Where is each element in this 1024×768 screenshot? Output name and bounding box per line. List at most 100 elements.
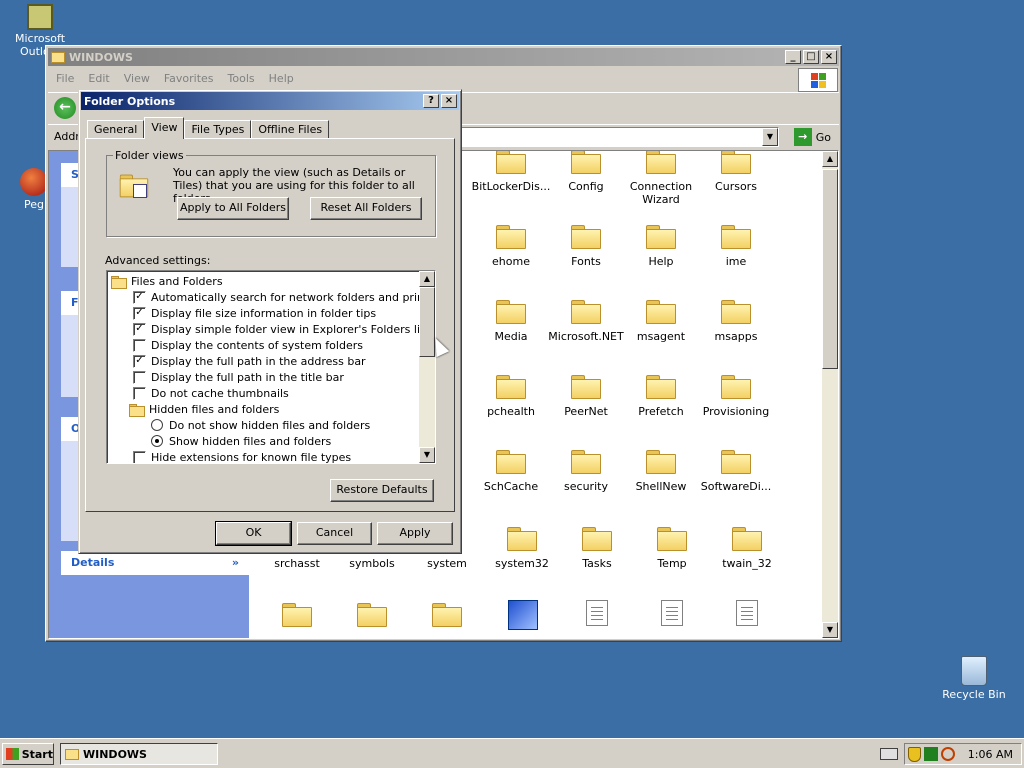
file-item[interactable] — [557, 600, 637, 626]
folder-options-dialog[interactable]: Folder Options ? × General View File Typ… — [78, 89, 462, 554]
folder-item[interactable]: Fonts — [546, 225, 626, 268]
folder-item[interactable] — [257, 603, 337, 633]
folder-item[interactable]: msapps — [696, 300, 776, 343]
folder-item[interactable]: SoftwareDi... — [696, 450, 776, 493]
tab-general[interactable]: General — [87, 120, 145, 139]
taskbar-window-button[interactable]: WINDOWS — [60, 743, 218, 765]
settings-radio-option[interactable]: Show hidden files and folders — [151, 433, 331, 449]
file-item[interactable] — [707, 600, 787, 626]
folder-item[interactable]: PeerNet — [546, 375, 626, 418]
folder-item[interactable]: ShellNew — [621, 450, 701, 493]
keyboard-icon[interactable] — [880, 748, 898, 760]
menu-file[interactable]: File — [56, 72, 74, 85]
folder-item[interactable]: Microsoft.NET — [546, 300, 626, 343]
scroll-down-button[interactable]: ▼ — [822, 622, 838, 638]
menu-tools[interactable]: Tools — [228, 72, 255, 85]
help-button[interactable]: ? — [423, 94, 439, 108]
advanced-settings-list[interactable]: Files and Folders ✓ Automatically search f… — [106, 270, 436, 464]
radio-button[interactable] — [151, 419, 163, 431]
folder-item[interactable] — [332, 603, 412, 633]
checkbox[interactable]: ✓ — [133, 290, 146, 304]
checkbox[interactable] — [133, 450, 146, 463]
vertical-scrollbar[interactable]: ▲ ▼ — [822, 151, 838, 638]
menu-help[interactable]: Help — [269, 72, 294, 85]
folder-item[interactable]: pchealth — [471, 375, 551, 418]
go-button[interactable]: → Go — [793, 128, 831, 146]
scroll-thumb[interactable] — [822, 169, 838, 369]
start-label: Start — [21, 747, 53, 761]
desktop-icon-recycle-bin[interactable]: Recycle Bin — [934, 656, 1014, 701]
checkbox[interactable]: ✓ — [133, 306, 146, 320]
radio-button[interactable] — [151, 435, 163, 447]
settings-scroll-down[interactable]: ▼ — [419, 447, 435, 463]
folder-item[interactable]: Prefetch — [621, 375, 701, 418]
folder-item[interactable]: Config — [546, 151, 626, 193]
settings-checkbox-option[interactable]: Hide extensions for known file types — [133, 449, 351, 463]
setting-label: Do not cache thumbnails — [151, 386, 289, 400]
folder-item[interactable] — [407, 603, 487, 633]
chevron-down-icon[interactable]: » — [232, 556, 239, 570]
folder-item[interactable]: msagent — [621, 300, 701, 343]
address-dropdown-button[interactable]: ▼ — [762, 128, 778, 146]
folder-item[interactable]: system32 — [482, 527, 562, 570]
network-icon[interactable] — [923, 747, 938, 761]
checkbox[interactable]: ✓ — [133, 322, 146, 336]
folder-icon — [646, 151, 676, 174]
explorer-titlebar[interactable]: WINDOWS _ □ × — [48, 48, 839, 66]
apply-to-all-folders-button[interactable]: Apply to All Folders — [177, 197, 289, 220]
restore-defaults-button[interactable]: Restore Defaults — [330, 479, 434, 502]
minimize-button[interactable]: _ — [785, 50, 801, 64]
settings-radio-option[interactable]: Do not show hidden files and folders — [151, 417, 370, 433]
folder-item[interactable]: Connection Wizard — [621, 151, 701, 206]
settings-checkbox-option[interactable]: Display the contents of system folders — [133, 337, 363, 353]
checkbox[interactable] — [133, 338, 146, 352]
scroll-up-button[interactable]: ▲ — [822, 151, 838, 167]
close-button[interactable]: × — [821, 50, 837, 64]
folder-item[interactable]: Tasks — [557, 527, 637, 570]
checkbox[interactable]: ✓ — [133, 354, 146, 368]
reset-all-folders-button[interactable]: Reset All Folders — [310, 197, 422, 220]
tab-view[interactable]: View — [144, 117, 185, 139]
ok-button[interactable]: OK — [215, 521, 292, 546]
dialog-close-button[interactable]: × — [441, 94, 457, 108]
settings-checkbox-option[interactable]: Do not cache thumbnails — [133, 385, 289, 401]
details-header[interactable]: Details » — [61, 551, 249, 575]
tab-file-types[interactable]: File Types — [184, 120, 252, 139]
clock[interactable]: 1:06 AM — [968, 748, 1013, 761]
folder-item[interactable]: twain_32 — [707, 527, 787, 570]
menu-edit[interactable]: Edit — [88, 72, 109, 85]
msn-shortcut-icon[interactable] — [508, 600, 538, 630]
folder-item[interactable]: ime — [696, 225, 776, 268]
settings-checkbox-option[interactable]: Display the full path in the title bar — [133, 369, 344, 385]
folder-item[interactable]: SchCache — [471, 450, 551, 493]
back-arrow-icon[interactable]: ← — [54, 97, 76, 119]
cancel-button[interactable]: Cancel — [297, 522, 372, 545]
folder-item[interactable]: security — [546, 450, 626, 493]
search-icon[interactable] — [940, 747, 955, 761]
folder-item[interactable]: Cursors — [696, 151, 776, 193]
tab-offline-files[interactable]: Offline Files — [251, 120, 330, 139]
folder-item[interactable]: Media — [471, 300, 551, 343]
menu-favorites[interactable]: Favorites — [164, 72, 214, 85]
settings-checkbox-option[interactable]: ✓ Display file size information in folder… — [133, 305, 376, 321]
settings-checkbox-option[interactable]: ✓ Display the full path in the address ba… — [133, 353, 366, 369]
settings-scrollbar[interactable]: ▲ ▼ — [419, 271, 435, 463]
security-shield-icon[interactable] — [907, 746, 921, 762]
folder-item[interactable]: Temp — [632, 527, 712, 570]
start-button[interactable]: Start — [2, 743, 54, 765]
settings-scroll-up[interactable]: ▲ — [419, 271, 435, 287]
checkbox[interactable] — [133, 386, 146, 400]
folder-item[interactable]: BitLockerDis... — [471, 151, 551, 193]
peg-icon — [20, 168, 48, 196]
folder-item[interactable]: Provisioning — [696, 375, 776, 418]
maximize-button[interactable]: □ — [803, 50, 819, 64]
folder-item[interactable]: Help — [621, 225, 701, 268]
file-item[interactable] — [632, 600, 712, 626]
folder-item[interactable]: ehome — [471, 225, 551, 268]
menu-view[interactable]: View — [124, 72, 150, 85]
dialog-titlebar[interactable]: Folder Options ? × — [81, 92, 459, 110]
settings-checkbox-option[interactable]: ✓ Display simple folder view in Explorer'… — [133, 321, 430, 337]
apply-button[interactable]: Apply — [377, 522, 453, 545]
settings-checkbox-option[interactable]: ✓ Automatically search for network folder… — [133, 289, 435, 305]
checkbox[interactable] — [133, 370, 146, 384]
